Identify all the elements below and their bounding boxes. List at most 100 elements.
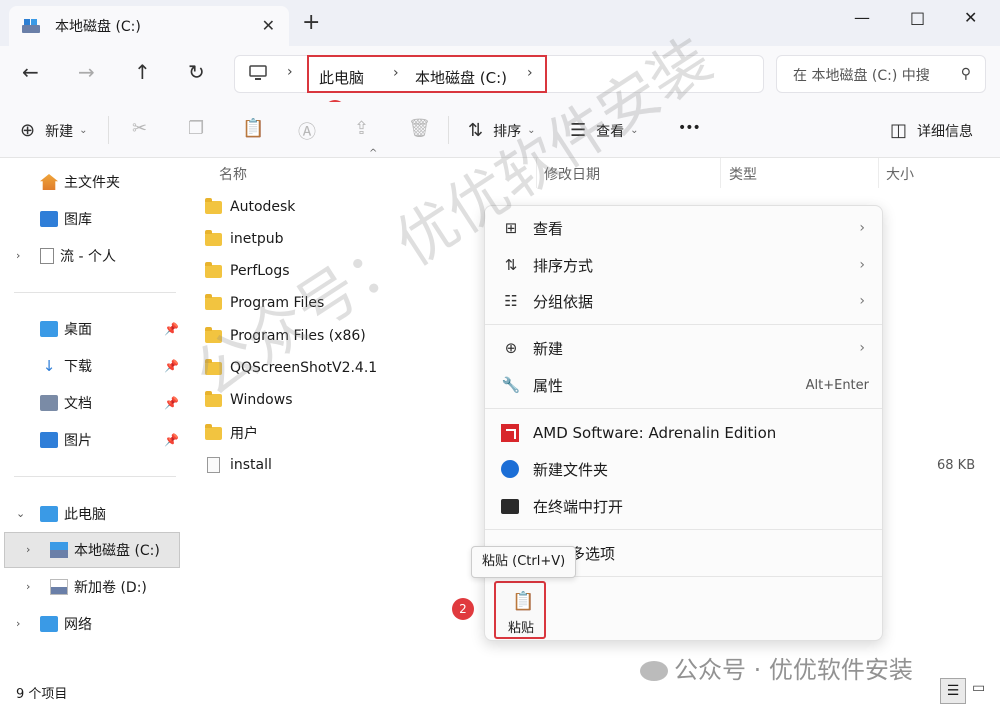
sidebar-item-pictures[interactable]: 图片 [40,425,92,455]
breadcrumb-local-disk[interactable]: 本地磁盘 (C:) [415,67,507,88]
menu-item-sort-by[interactable]: ⇅ 排序方式 › [501,250,871,280]
menu-item-properties[interactable]: 🔧 属性 Alt+Enter [501,370,871,400]
list-item[interactable]: PerfLogs [205,257,290,285]
navigation-bar: ← → ↑ ↻ › 此电脑 › 本地磁盘 (C:) › 1 在 本地磁盘 (C:… [0,46,1000,122]
chevron-right-icon[interactable]: › [16,249,20,262]
menu-item-open-terminal[interactable]: 在终端中打开 [501,491,871,521]
search-box[interactable]: 在 本地磁盘 (C:) 中搜 ⚲ [776,55,986,93]
list-item[interactable]: install [205,451,272,479]
up-button[interactable]: ↑ [134,62,151,82]
delete-icon[interactable]: 🗑 [408,118,431,139]
sidebar-item-local-disk-c[interactable]: › 本地磁盘 (C:) [26,535,160,565]
home-icon [40,174,58,190]
maximize-button[interactable]: □ [910,8,925,27]
forward-button[interactable]: → [78,62,95,82]
details-view-icon[interactable]: ☰ [940,678,966,704]
menu-item-group-by[interactable]: ☷ 分组依据 › [501,286,871,316]
sidebar-item-home[interactable]: 主文件夹 [40,167,120,197]
menu-item-amd-software[interactable]: AMD Software: Adrenalin Edition [501,418,871,448]
folder-icon [205,293,222,310]
column-divider[interactable] [536,158,537,188]
sidebar-item-network[interactable]: › 网络 [16,609,92,639]
column-header-size[interactable]: 大小 [886,164,914,184]
sidebar-item-personal[interactable]: › 流 - 个人 [16,241,116,271]
tiles-view-icon[interactable]: ▭ [972,680,985,696]
search-icon: ⚲ [960,66,971,82]
chevron-down-icon[interactable]: ⌄ [16,507,25,520]
chevron-right-icon[interactable]: › [26,543,30,556]
more-options-button[interactable]: ••• [678,120,701,136]
rename-icon[interactable]: Ⓐ [298,118,316,144]
address-bar[interactable]: › 此电脑 › 本地磁盘 (C:) › [234,55,764,93]
search-input[interactable]: 在 本地磁盘 (C:) 中搜 [793,65,943,85]
folder-icon [205,261,222,278]
share-icon[interactable]: ⇪ [354,118,369,139]
column-header-type[interactable]: 类型 [729,164,757,184]
column-divider[interactable] [878,158,879,188]
chevron-right-icon[interactable]: › [527,65,533,81]
menu-divider [485,324,882,325]
menu-label: 查看 [533,219,564,238]
column-header-modified[interactable]: 修改日期 [544,164,600,184]
list-item[interactable]: Program Files [205,289,324,317]
list-item[interactable]: Windows [205,386,293,414]
sidebar-item-this-pc[interactable]: ⌄ 此电脑 [16,499,106,529]
amd-logo-icon [501,424,519,442]
sidebar-item-gallery[interactable]: 图库 [40,204,92,234]
sidebar-label: 此电脑 [64,507,106,523]
details-pane-button[interactable]: ◫ 详细信息 [890,120,973,141]
grid-icon: ⊞ [504,219,518,237]
cut-icon[interactable]: ✂ [132,118,147,139]
sidebar-item-documents[interactable]: 文档 [40,388,92,418]
paste-icon[interactable]: 📋 [242,118,264,139]
chevron-right-icon[interactable]: › [26,580,30,593]
computer-icon [40,506,58,522]
list-item[interactable]: inetpub [205,225,284,253]
chevron-right-icon: › [859,257,865,273]
new-tab-button[interactable]: + [302,12,320,34]
command-bar: ⊕ 新建 ⌄ ✂ ❐ 📋 Ⓐ ⇪ 🗑 ⇅ 排序 ⌄ ☰ 查看 ⌄ ••• ◫ 详… [0,102,1000,158]
column-divider[interactable] [720,158,721,188]
menu-item-new-folder[interactable]: 新建文件夹 [501,454,871,484]
chevron-right-icon[interactable]: › [287,64,293,80]
new-label: 新建 [45,123,74,140]
paste-tooltip: 粘贴 (Ctrl+V) [471,546,577,578]
minimize-button[interactable]: — [854,8,870,27]
menu-item-more-options[interactable]: 更多选项 [555,538,855,568]
sidebar-label: 文档 [64,396,92,412]
back-button[interactable]: ← [22,62,39,82]
copy-icon[interactable]: ❐ [188,118,204,139]
chevron-right-icon[interactable]: › [16,617,20,630]
tab-close-icon[interactable]: ✕ [262,16,275,35]
pin-icon[interactable]: 📌 [164,359,179,373]
menu-item-view[interactable]: ⊞ 查看 › [501,213,871,243]
sort-button[interactable]: ⇅ 排序 ⌄ [468,120,535,141]
sidebar-label: 桌面 [64,322,92,338]
list-item[interactable]: Program Files (x86) [205,322,366,350]
sidebar-item-desktop[interactable]: 桌面 [40,314,92,344]
view-label: 查看 [596,123,625,140]
details-label: 详细信息 [917,123,974,140]
chevron-right-icon[interactable]: › [393,65,399,81]
sidebar-item-downloads[interactable]: ↓ 下载 [40,351,92,381]
pin-icon[interactable]: 📌 [164,433,179,447]
list-item[interactable]: QQScreenShotV2.4.1 [205,354,377,382]
sidebar-label: 主文件夹 [64,175,120,191]
computer-icon [249,65,267,80]
paste-button[interactable]: 📋 粘贴 [494,581,546,639]
column-header-name[interactable]: 名称 [219,164,247,184]
pin-icon[interactable]: 📌 [164,396,179,410]
menu-item-new[interactable]: ⊕ 新建 › [501,333,871,363]
close-window-button[interactable]: ✕ [964,8,977,27]
pin-icon[interactable]: 📌 [164,322,179,336]
tab-local-disk-c[interactable]: 本地磁盘 (C:) ✕ [9,6,289,46]
divider [108,116,109,144]
new-button[interactable]: ⊕ 新建 ⌄ [20,120,87,141]
breadcrumb-this-pc[interactable]: 此电脑 [319,67,364,88]
view-button[interactable]: ☰ 查看 ⌄ [570,120,639,141]
download-icon: ↓ [42,357,56,375]
list-item[interactable]: 用户 [205,419,258,447]
list-item[interactable]: Autodesk [205,193,295,221]
refresh-button[interactable]: ↻ [188,62,205,82]
sidebar-item-volume-d[interactable]: › 新加卷 (D:) [26,572,147,602]
